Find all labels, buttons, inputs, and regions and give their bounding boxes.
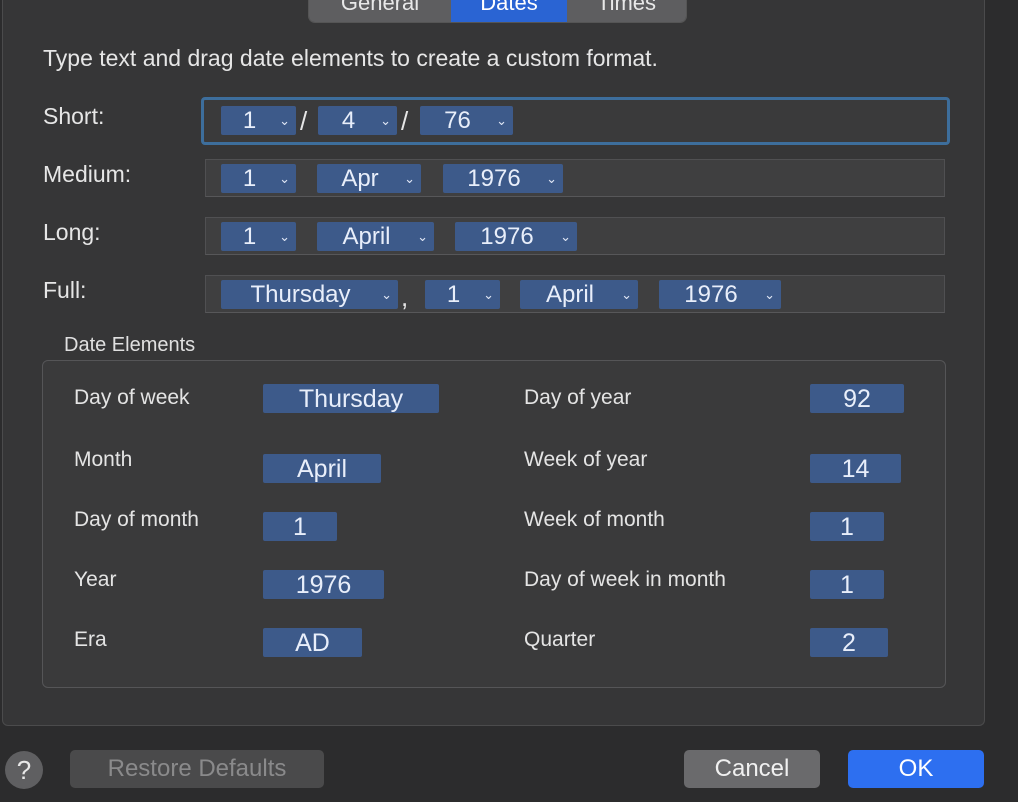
- chevron-down-icon: ⌄: [279, 229, 290, 244]
- help-button[interactable]: ?: [5, 751, 43, 789]
- chevron-down-icon: ⌄: [546, 171, 557, 186]
- full-weekday-token[interactable]: Thursday ⌄: [221, 280, 398, 309]
- token-value: 1: [446, 281, 461, 308]
- chevron-down-icon: ⌄: [764, 287, 775, 302]
- token-value: Thursday: [250, 281, 351, 308]
- short-day-token[interactable]: 1 ⌄: [221, 106, 296, 135]
- restore-defaults-button[interactable]: Restore Defaults: [70, 750, 324, 788]
- week-of-year-label: Week of year: [524, 448, 648, 471]
- date-elements-title: Date Elements: [64, 334, 196, 356]
- token-value: Apr: [341, 165, 379, 192]
- token-value: 1976: [480, 223, 534, 250]
- token-value: 76: [444, 107, 471, 134]
- token-value: 4: [341, 107, 356, 134]
- token-value: 1976: [684, 281, 738, 308]
- chevron-down-icon: ⌄: [621, 287, 632, 302]
- full-month-token[interactable]: April ⌄: [520, 280, 638, 309]
- ok-button[interactable]: OK: [848, 750, 984, 788]
- day-of-year-label: Day of year: [524, 386, 632, 409]
- short-label: Short:: [43, 103, 105, 129]
- day-of-month-element[interactable]: 1: [263, 512, 337, 541]
- day-of-week-element[interactable]: Thursday: [263, 384, 439, 413]
- month-label: Month: [74, 448, 133, 471]
- year-label: Year: [74, 568, 117, 591]
- year-element[interactable]: 1976: [263, 570, 384, 599]
- short-year-token[interactable]: 76 ⌄: [420, 106, 513, 135]
- chevron-down-icon: ⌄: [279, 113, 290, 128]
- short-month-token[interactable]: 4 ⌄: [318, 106, 397, 135]
- instruction-text: Type text and drag date elements to crea…: [43, 45, 658, 71]
- chevron-down-icon: ⌄: [381, 287, 392, 302]
- full-year-token[interactable]: 1976 ⌄: [659, 280, 781, 309]
- cancel-button[interactable]: Cancel: [684, 750, 820, 788]
- chevron-down-icon: ⌄: [417, 229, 428, 244]
- era-element[interactable]: AD: [263, 628, 362, 657]
- week-of-year-element[interactable]: 14: [810, 454, 901, 483]
- month-element[interactable]: April: [263, 454, 381, 483]
- full-separator-comma: ,: [401, 282, 409, 312]
- tab-dates[interactable]: Dates: [451, 0, 567, 22]
- quarter-element[interactable]: 2: [810, 628, 888, 657]
- day-of-year-element[interactable]: 92: [810, 384, 904, 413]
- medium-label: Medium:: [43, 161, 132, 187]
- medium-format-field[interactable]: [205, 159, 945, 197]
- long-year-token[interactable]: 1976 ⌄: [455, 222, 577, 251]
- medium-year-token[interactable]: 1976 ⌄: [443, 164, 563, 193]
- week-of-month-label: Week of month: [524, 508, 665, 531]
- tab-times[interactable]: Times: [567, 0, 686, 22]
- quarter-label: Quarter: [524, 628, 596, 651]
- day-of-week-in-month-element[interactable]: 1: [810, 570, 884, 599]
- token-value: April: [545, 281, 594, 308]
- full-day-token[interactable]: 1 ⌄: [425, 280, 500, 309]
- token-value: 1: [242, 107, 257, 134]
- full-label: Full:: [43, 277, 87, 303]
- chevron-down-icon: ⌄: [560, 229, 571, 244]
- long-month-token[interactable]: April ⌄: [317, 222, 434, 251]
- token-value: April: [342, 223, 391, 250]
- long-label: Long:: [43, 219, 101, 245]
- day-of-week-label: Day of week: [74, 386, 190, 409]
- short-format-field[interactable]: [201, 97, 950, 145]
- medium-month-token[interactable]: Apr ⌄: [317, 164, 421, 193]
- token-value: 1: [242, 165, 257, 192]
- day-of-month-label: Day of month: [74, 508, 199, 531]
- short-separator-1: /: [300, 106, 308, 136]
- tab-general[interactable]: General: [309, 0, 451, 22]
- chevron-down-icon: ⌄: [496, 113, 507, 128]
- token-value: 1976: [467, 165, 521, 192]
- chevron-down-icon: ⌄: [404, 171, 415, 186]
- day-of-week-in-month-label: Day of week in month: [524, 568, 726, 591]
- long-day-token[interactable]: 1 ⌄: [221, 222, 296, 251]
- chevron-down-icon: ⌄: [380, 113, 391, 128]
- short-separator-2: /: [401, 106, 409, 136]
- token-value: 1: [242, 223, 257, 250]
- week-of-month-element[interactable]: 1: [810, 512, 884, 541]
- chevron-down-icon: ⌄: [279, 171, 290, 186]
- tab-bar: General Dates Times: [309, 0, 686, 22]
- era-label: Era: [74, 628, 107, 651]
- medium-day-token[interactable]: 1 ⌄: [221, 164, 296, 193]
- chevron-down-icon: ⌄: [483, 287, 494, 302]
